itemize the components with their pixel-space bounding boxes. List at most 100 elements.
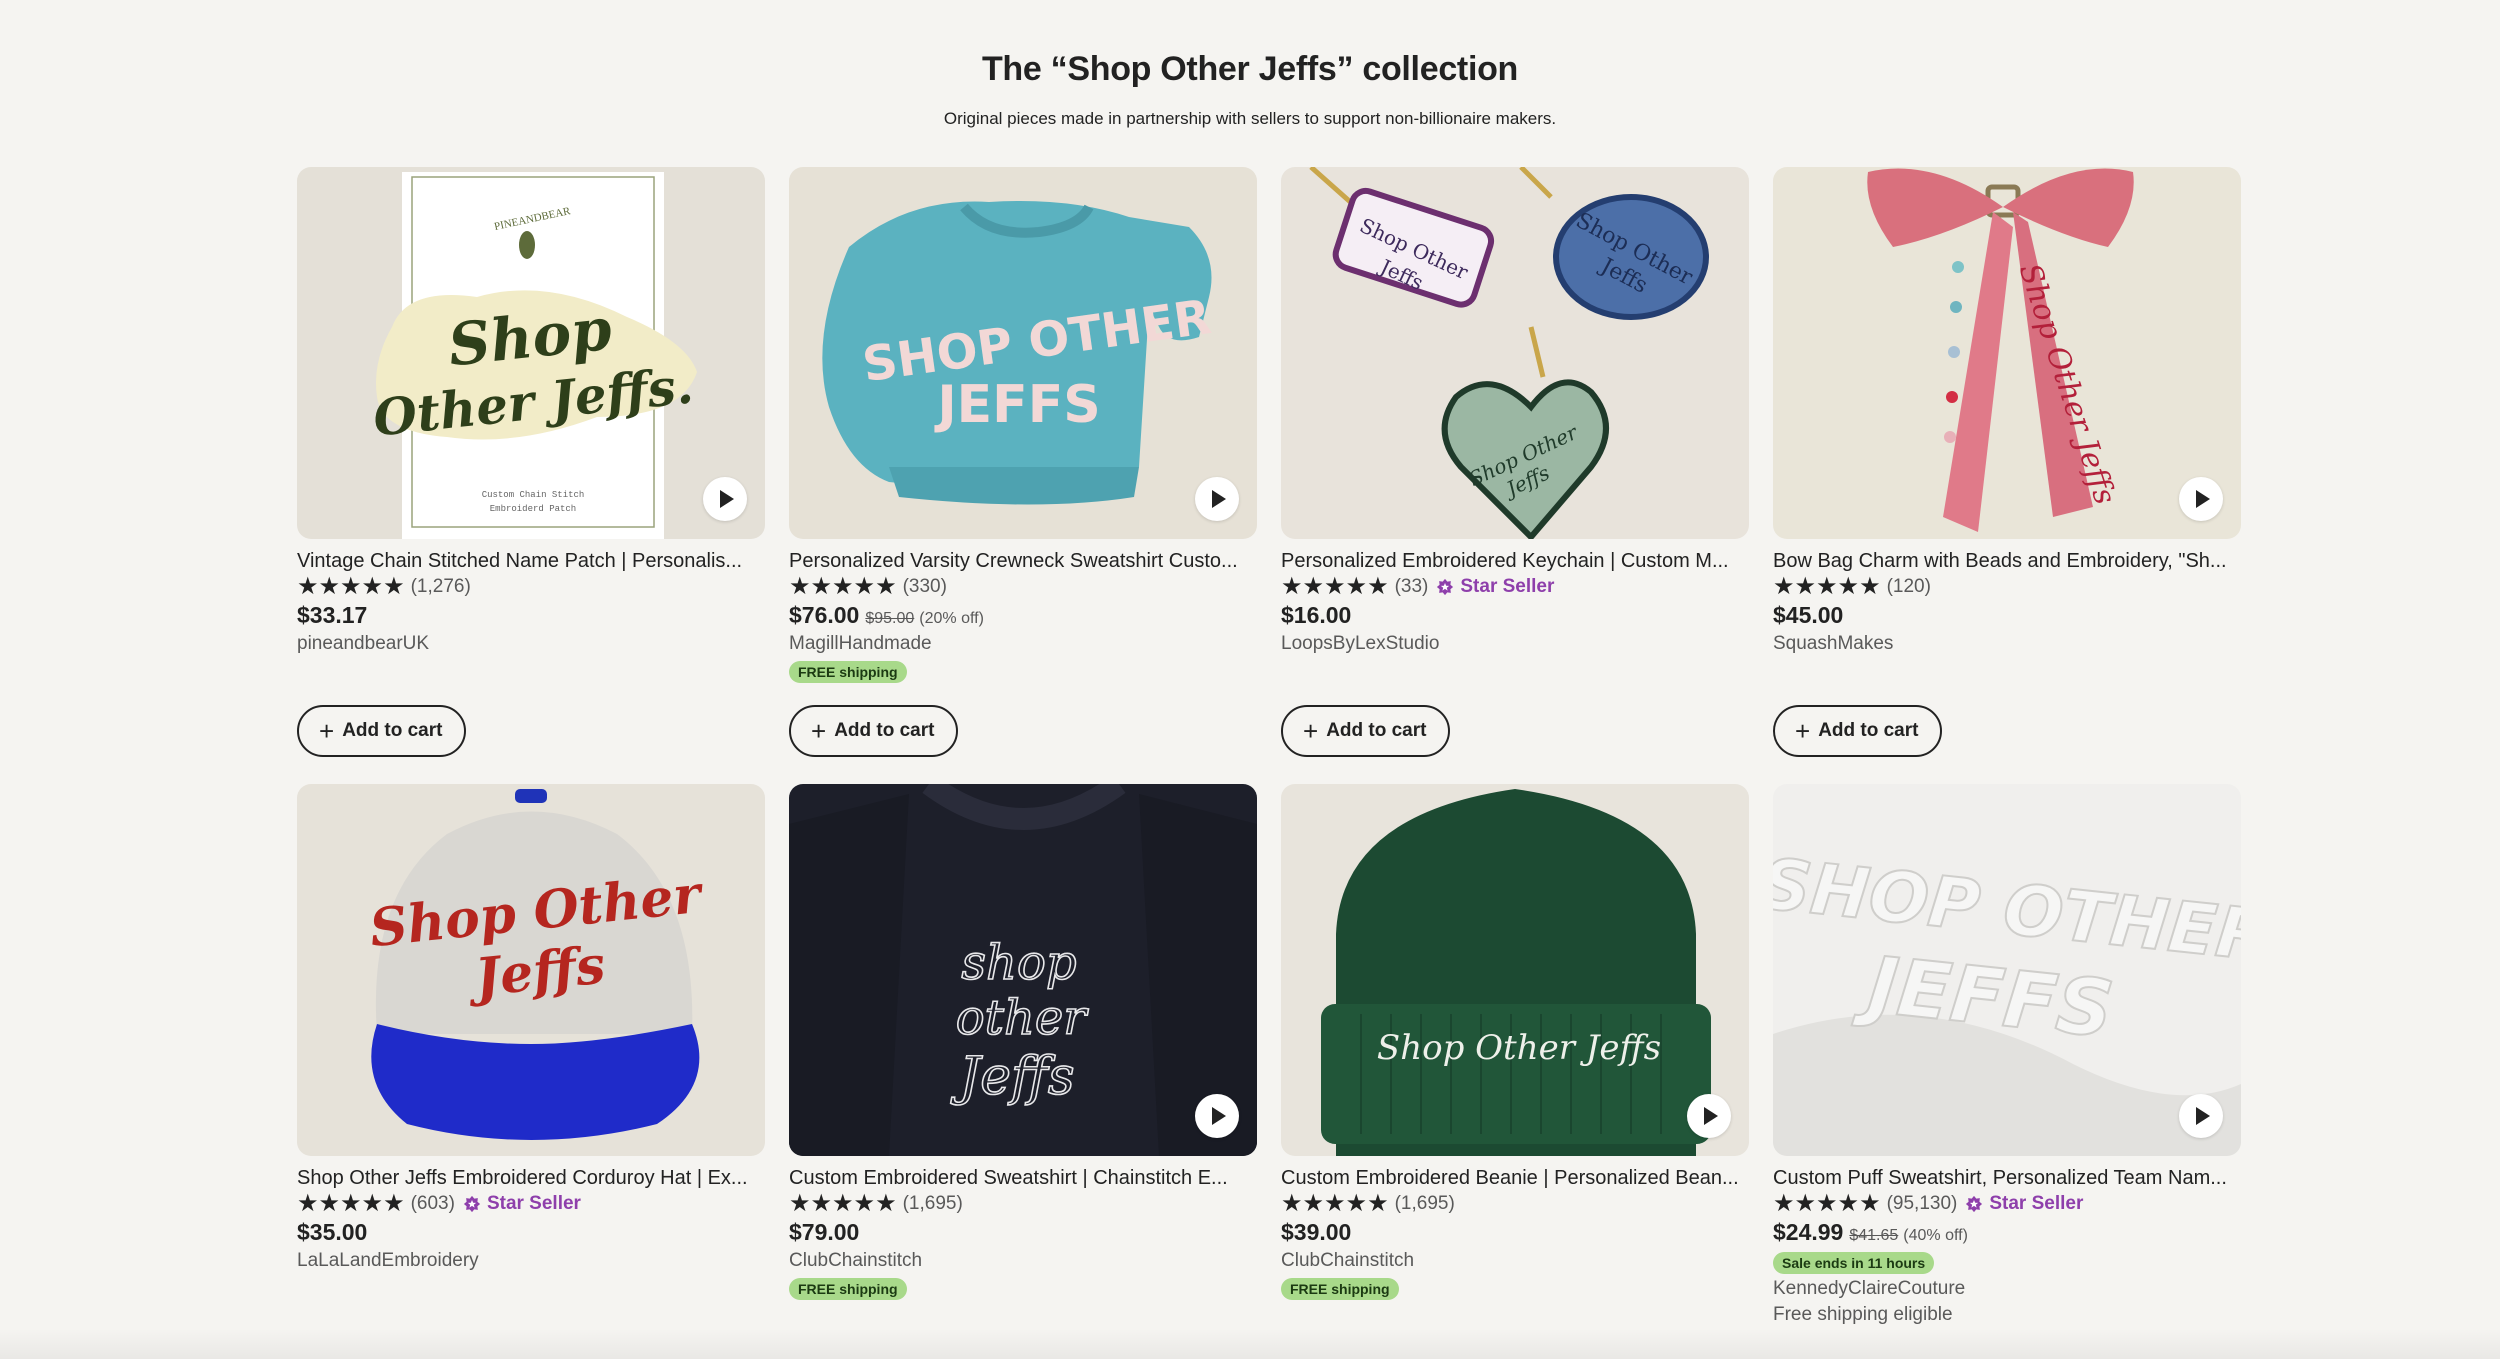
play-icon [1704, 1107, 1718, 1125]
listing-title[interactable]: Shop Other Jeffs Embroidered Corduroy Ha… [297, 1166, 765, 1190]
play-icon [720, 490, 734, 508]
star-seller-badge: Star Seller [1436, 576, 1554, 598]
shop-name[interactable]: LaLaLandEmbroidery [297, 1250, 765, 1272]
star-seller-label: Star Seller [1460, 576, 1555, 597]
listing-title[interactable]: Vintage Chain Stitched Name Patch | Pers… [297, 549, 765, 573]
keychain-image: Shop Other Jeffs Shop Other Jeffs Shop O… [1281, 167, 1749, 539]
listing-grid: PINEANDBEAR Shop Other Jeffs. Custom Cha… [297, 167, 2241, 1326]
review-count: (1,276) [410, 576, 471, 597]
discount-percent: (20% off) [919, 610, 984, 627]
play-video-button[interactable] [1195, 1094, 1239, 1138]
star-seller-label: Star Seller [486, 1193, 581, 1214]
play-video-button[interactable] [1687, 1094, 1731, 1138]
shop-name[interactable]: LoopsByLexStudio [1281, 633, 1749, 655]
original-price: $41.65 [1849, 1227, 1899, 1244]
svg-text:Embroiderd Patch: Embroiderd Patch [490, 504, 576, 514]
listing-card[interactable]: Shop Other Jeffs Bow Bag Charm with Bead… [1773, 167, 2241, 784]
star-seller-icon [1437, 578, 1454, 596]
play-icon [1212, 1107, 1226, 1125]
star-seller-badge: Star Seller [463, 1193, 581, 1215]
free-shipping-badge: FREE shipping [1281, 1278, 1399, 1300]
shop-name[interactable]: ClubChainstitch [789, 1250, 1257, 1272]
add-to-cart-label: Add to cart [834, 720, 935, 741]
listing-price: $33.17 [297, 602, 368, 628]
rating-stars: ★★★★★ [789, 573, 897, 600]
original-price: $95.00 [865, 610, 915, 627]
review-count: (120) [1886, 576, 1931, 597]
listing-image[interactable]: Shop Other Jeffs [297, 784, 765, 1156]
svg-text:other: other [956, 990, 1090, 1046]
play-video-button[interactable] [703, 477, 747, 521]
listing-card[interactable]: SHOP OTHER JEFFS Personalized Varsity Cr… [789, 167, 1257, 784]
play-video-button[interactable] [1195, 477, 1239, 521]
listing-price: $45.00 [1773, 602, 1844, 628]
listing-image[interactable]: Shop Other Jeffs Shop Other Jeffs Shop O… [1281, 167, 1749, 539]
add-to-cart-label: Add to cart [1326, 720, 1427, 741]
play-icon [2196, 490, 2210, 508]
beanie-image: Shop Other Jeffs [1281, 784, 1749, 1156]
svg-text:Shop Other Jeffs: Shop Other Jeffs [1377, 1028, 1661, 1068]
listing-price: $24.99 [1773, 1219, 1844, 1245]
listing-price: $39.00 [1281, 1219, 1352, 1245]
free-shipping-badge: FREE shipping [789, 661, 907, 683]
add-to-cart-button[interactable]: + Add to cart [1773, 705, 1943, 757]
listing-price: $16.00 [1281, 602, 1352, 628]
puff-sweatshirt-image: SHOP OTHER JEFFS [1773, 784, 2241, 1156]
listing-image[interactable]: Shop Other Jeffs [1773, 167, 2241, 539]
shop-name[interactable]: SquashMakes [1773, 633, 2241, 655]
review-count: (603) [410, 1193, 455, 1214]
listing-card[interactable]: SHOP OTHER JEFFS Custom Puff Sweatshirt,… [1773, 784, 2241, 1326]
play-video-button[interactable] [2179, 1094, 2223, 1138]
shop-name[interactable]: KennedyClaireCouture [1773, 1278, 2241, 1300]
play-video-button[interactable] [2179, 477, 2223, 521]
listing-image[interactable]: Shop Other Jeffs [1281, 784, 1749, 1156]
play-icon [1212, 490, 1226, 508]
listing-title[interactable]: Personalized Embroidered Keychain | Cust… [1281, 549, 1749, 573]
add-to-cart-button[interactable]: + Add to cart [1281, 705, 1451, 757]
listing-card[interactable]: Shop Other Jeffs Shop Other Jeffs Shop O… [1281, 167, 1749, 784]
collection-title: The “Shop Other Jeffs” collection [981, 50, 1519, 88]
play-icon [2196, 1107, 2210, 1125]
listing-image[interactable]: PINEANDBEAR Shop Other Jeffs. Custom Cha… [297, 167, 765, 539]
star-seller-icon [1966, 1195, 1983, 1213]
add-to-cart-label: Add to cart [1818, 720, 1919, 741]
add-to-cart-button[interactable]: + Add to cart [789, 705, 959, 757]
shop-name[interactable]: MagillHandmade [789, 633, 1257, 655]
rating-stars: ★★★★★ [1773, 573, 1881, 600]
shop-name[interactable]: ClubChainstitch [1281, 1250, 1749, 1272]
free-shipping-badge: FREE shipping [789, 1278, 907, 1300]
plus-icon: + [811, 716, 827, 746]
listing-title[interactable]: Bow Bag Charm with Beads and Embroidery,… [1773, 549, 2241, 573]
listing-image[interactable]: shop other Jeffs [789, 784, 1257, 1156]
bottom-fade [0, 1329, 2500, 1359]
listing-card[interactable]: Shop Other Jeffs Custom Embroidered Bean… [1281, 784, 1749, 1326]
name-patch-image: PINEANDBEAR Shop Other Jeffs. Custom Cha… [297, 167, 765, 539]
rating-stars: ★★★★★ [1773, 1190, 1881, 1217]
sale-ends-badge: Sale ends in 11 hours [1773, 1252, 1935, 1274]
listing-card[interactable]: shop other Jeffs Custom Embroidered Swea… [789, 784, 1257, 1326]
listing-card[interactable]: PINEANDBEAR Shop Other Jeffs. Custom Cha… [297, 167, 765, 784]
listing-title[interactable]: Custom Puff Sweatshirt, Personalized Tea… [1773, 1166, 2241, 1190]
shop-name[interactable]: pineandbearUK [297, 633, 765, 655]
plus-icon: + [1303, 716, 1319, 746]
add-to-cart-button[interactable]: + Add to cart [297, 705, 467, 757]
listing-price: $76.00 [789, 602, 860, 628]
listing-title[interactable]: Personalized Varsity Crewneck Sweatshirt… [789, 549, 1257, 573]
listing-image[interactable]: SHOP OTHER JEFFS [1773, 784, 2241, 1156]
listing-price: $79.00 [789, 1219, 860, 1245]
svg-text:Jeffs: Jeffs [950, 1047, 1074, 1107]
rating-stars: ★★★★★ [1281, 573, 1389, 600]
rating-stars: ★★★★★ [297, 573, 405, 600]
svg-text:shop: shop [961, 935, 1076, 991]
listing-title[interactable]: Custom Embroidered Sweatshirt | Chainsti… [789, 1166, 1257, 1190]
star-seller-icon [463, 1195, 481, 1213]
listing-title[interactable]: Custom Embroidered Beanie | Personalized… [1281, 1166, 1749, 1190]
bow-charm-image: Shop Other Jeffs [1773, 167, 2241, 539]
rating-stars: ★★★★★ [1281, 1190, 1389, 1217]
varsity-sweatshirt-image: SHOP OTHER JEFFS [789, 167, 1257, 539]
listing-price: $35.00 [297, 1219, 368, 1245]
rating-stars: ★★★★★ [789, 1190, 897, 1217]
chainstitch-sweatshirt-image: shop other Jeffs [789, 784, 1257, 1156]
listing-card[interactable]: Shop Other Jeffs Shop Other Jeffs Embroi… [297, 784, 765, 1326]
listing-image[interactable]: SHOP OTHER JEFFS [789, 167, 1257, 539]
